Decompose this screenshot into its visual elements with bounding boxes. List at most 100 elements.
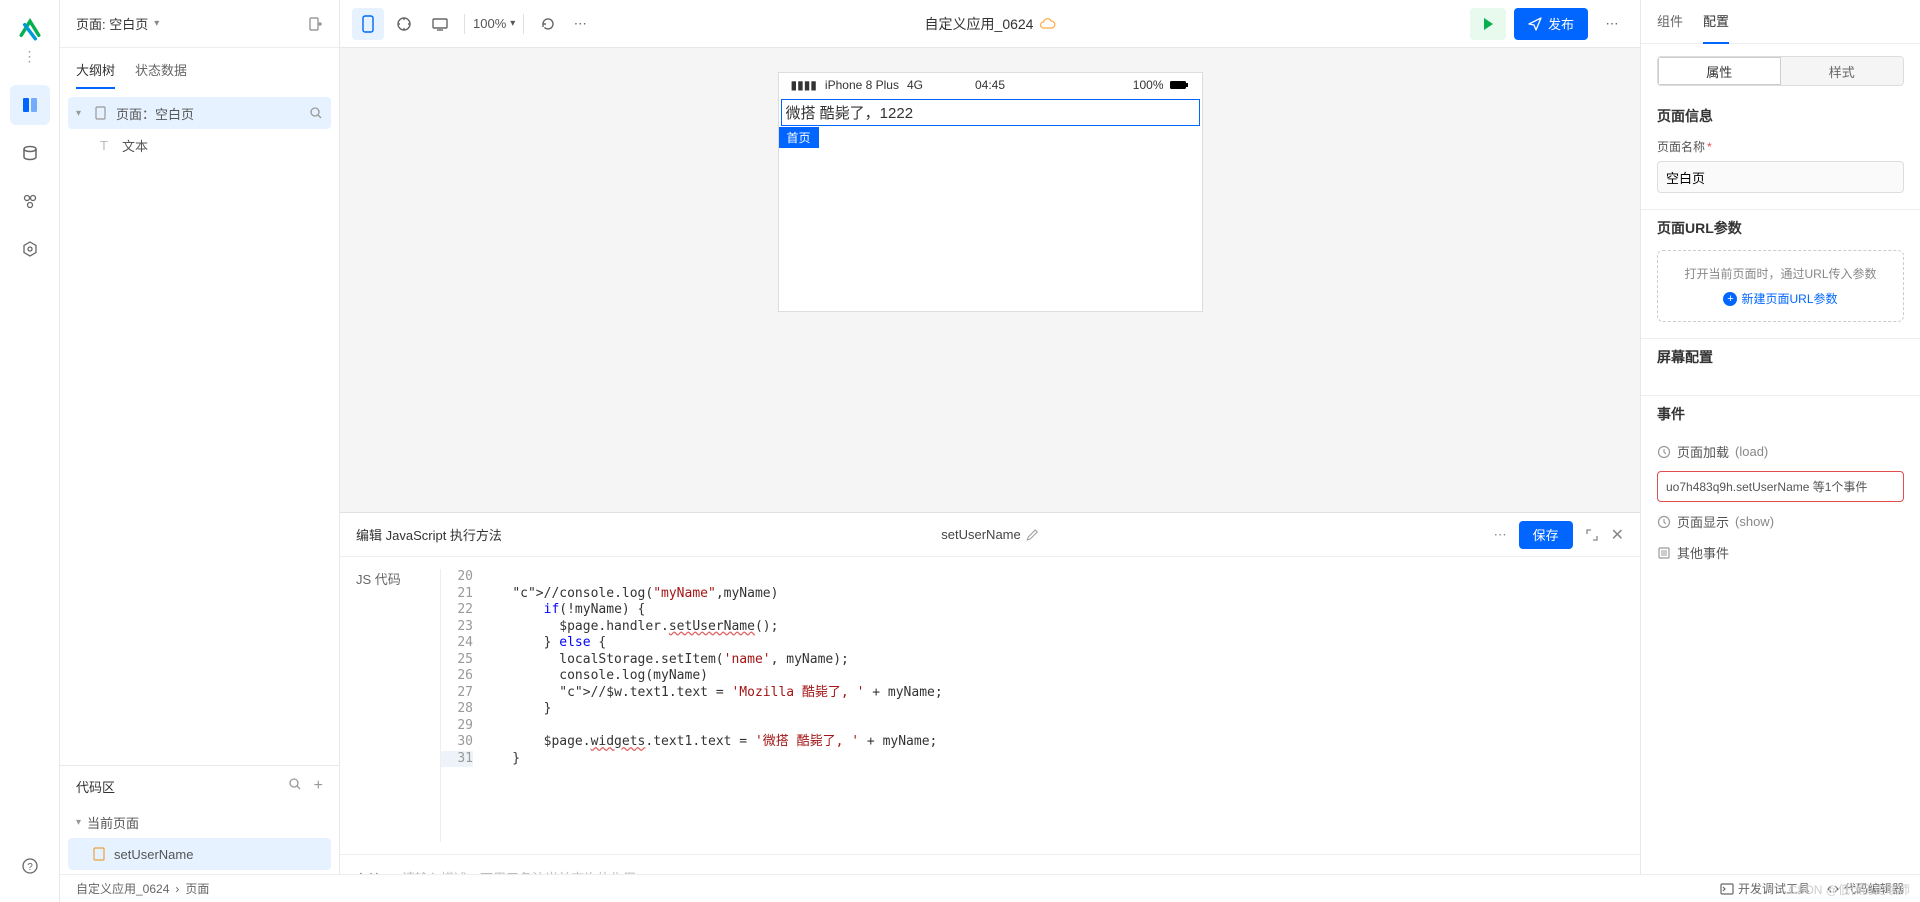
device-tablet-button[interactable] bbox=[388, 8, 420, 40]
list-icon bbox=[1657, 546, 1671, 560]
page-icon bbox=[94, 106, 110, 120]
add-url-param-button[interactable]: + 新建页面URL参数 bbox=[1723, 290, 1837, 307]
code-group-current-page[interactable]: ▾ 当前页面 bbox=[68, 806, 331, 838]
svg-text:?: ? bbox=[27, 862, 33, 873]
section-title: 屏幕配置 bbox=[1657, 347, 1904, 367]
page-selector-label: 页面: 空白页 bbox=[76, 14, 148, 33]
more-icon[interactable]: ⋯ bbox=[1494, 527, 1507, 543]
add-icon[interactable]: + bbox=[314, 777, 323, 795]
logo-menu-icon[interactable]: ⋮ bbox=[23, 48, 37, 65]
save-button[interactable]: 保存 bbox=[1519, 521, 1573, 549]
url-hint: 打开当前页面时，通过URL传入参数 bbox=[1668, 265, 1893, 282]
code-editor[interactable]: 202122232425262728293031 "c">//console.l… bbox=[440, 569, 1640, 842]
code-section-header: 代码区 + bbox=[60, 766, 339, 806]
page-selector[interactable]: 页面: 空白页 ▾ bbox=[76, 14, 159, 33]
code-panel-title: 编辑 JavaScript 执行方法 bbox=[356, 525, 502, 544]
event-label: 页面加载 bbox=[1677, 442, 1729, 461]
logo-icon bbox=[16, 16, 44, 44]
clock-icon bbox=[1657, 445, 1671, 459]
publish-label: 发布 bbox=[1548, 14, 1574, 33]
code-editor-button[interactable]: 代码编辑器 bbox=[1826, 880, 1904, 897]
code-icon bbox=[1826, 883, 1840, 895]
tab-config[interactable]: 配置 bbox=[1703, 0, 1729, 44]
config-subtabs: 属性 样式 bbox=[1657, 56, 1904, 86]
device-mobile-button[interactable] bbox=[352, 8, 384, 40]
event-sub: (load) bbox=[1735, 444, 1768, 459]
app-title: 自定义应用_0624 bbox=[925, 14, 1056, 34]
phone-status-bar: ▮▮▮▮ iPhone 8 Plus 4G 04:45 100% bbox=[779, 73, 1202, 97]
event-label: 页面显示 bbox=[1677, 512, 1729, 531]
group-label: 当前页面 bbox=[87, 813, 139, 832]
tree-page-row[interactable]: ▾ 页面：空白页 bbox=[68, 97, 331, 129]
section-title: 页面信息 bbox=[1657, 106, 1904, 126]
toolbar-more-button[interactable]: ⋯ bbox=[1596, 8, 1628, 40]
left-rail: ⋮ ? bbox=[0, 0, 60, 902]
add-url-label: 新建页面URL参数 bbox=[1741, 290, 1837, 307]
signal-icon: ▮▮▮▮ bbox=[791, 78, 817, 92]
edit-icon[interactable] bbox=[1027, 529, 1039, 541]
refresh-button[interactable] bbox=[532, 8, 564, 40]
right-panel-tabs: 组件 配置 bbox=[1641, 0, 1920, 44]
tree-text-row[interactable]: T 文本 bbox=[68, 129, 331, 161]
expand-icon[interactable] bbox=[1585, 528, 1599, 542]
chevron-down-icon: ▾ bbox=[154, 18, 159, 29]
right-panel: 组件 配置 属性 样式 页面信息 页面名称* 页面URL参数 打开当前页面时，通… bbox=[1640, 0, 1920, 902]
phone-text-widget[interactable]: 微搭 酷毙了，1222 bbox=[781, 99, 1200, 126]
section-page-info: 页面信息 页面名称* bbox=[1641, 98, 1920, 210]
more-button[interactable]: ⋯ bbox=[564, 8, 596, 40]
code-lines[interactable]: "c">//console.log("myName",myName) if(!m… bbox=[481, 569, 1640, 842]
crumb[interactable]: 自定义应用_0624 bbox=[76, 880, 169, 897]
phone-device: iPhone 8 Plus bbox=[825, 78, 899, 92]
crumb[interactable]: 页面 bbox=[185, 880, 209, 897]
subtab-style[interactable]: 样式 bbox=[1781, 57, 1904, 85]
breadcrumb: 自定义应用_0624 › 页面 bbox=[76, 880, 209, 897]
section-url-params: 页面URL参数 打开当前页面时，通过URL传入参数 + 新建页面URL参数 bbox=[1641, 210, 1920, 339]
search-icon[interactable] bbox=[288, 777, 302, 795]
page-selector-header: 页面: 空白页 ▾ bbox=[60, 0, 339, 48]
line-gutter: 202122232425262728293031 bbox=[441, 569, 481, 842]
canvas-area[interactable]: ▮▮▮▮ iPhone 8 Plus 4G 04:45 100% 微搭 酷毙了，… bbox=[340, 48, 1640, 512]
tab-outline-tree[interactable]: 大纲树 bbox=[76, 60, 115, 89]
code-file-item[interactable]: setUserName bbox=[68, 838, 331, 870]
code-method-name: setUserName bbox=[941, 527, 1020, 542]
section-events: 事件 页面加载 (load) uo7h483q9h.setUserName 等1… bbox=[1641, 396, 1920, 584]
battery-icon bbox=[1170, 80, 1190, 90]
preview-button[interactable] bbox=[1470, 8, 1506, 40]
new-page-icon[interactable] bbox=[307, 16, 323, 32]
event-handler-box[interactable]: uo7h483q9h.setUserName 等1个事件 bbox=[1657, 471, 1904, 502]
top-toolbar: 100% ▾ ⋯ 自定义应用_0624 发布 ⋯ bbox=[340, 0, 1640, 48]
page-name-input[interactable] bbox=[1657, 161, 1904, 193]
subtab-attribute[interactable]: 属性 bbox=[1658, 57, 1781, 85]
rail-settings[interactable] bbox=[10, 229, 50, 269]
zoom-selector[interactable]: 100% ▾ bbox=[473, 16, 515, 31]
rail-data[interactable] bbox=[10, 133, 50, 173]
zoom-value: 100% bbox=[473, 16, 506, 31]
publish-button[interactable]: 发布 bbox=[1514, 8, 1588, 40]
phone-preview: ▮▮▮▮ iPhone 8 Plus 4G 04:45 100% 微搭 酷毙了，… bbox=[778, 72, 1203, 312]
tab-state-data[interactable]: 状态数据 bbox=[135, 60, 187, 89]
event-other[interactable]: 其他事件 bbox=[1657, 537, 1904, 568]
section-title: 页面URL参数 bbox=[1657, 218, 1904, 238]
section-title: 事件 bbox=[1657, 404, 1904, 424]
phone-time: 04:45 bbox=[975, 78, 1005, 92]
section-screen-config: 屏幕配置 bbox=[1641, 339, 1920, 396]
phone-selection-tag[interactable]: 首页 bbox=[779, 127, 819, 148]
dev-tools-button[interactable]: 开发调试工具 bbox=[1720, 880, 1810, 897]
event-page-show[interactable]: 页面显示 (show) bbox=[1657, 506, 1904, 537]
url-params-placeholder: 打开当前页面时，通过URL传入参数 + 新建页面URL参数 bbox=[1657, 250, 1904, 322]
plus-icon: + bbox=[1723, 292, 1737, 306]
close-icon[interactable]: ✕ bbox=[1611, 525, 1624, 545]
rail-help[interactable]: ? bbox=[10, 846, 50, 886]
terminal-icon bbox=[1720, 883, 1734, 895]
code-file-name: setUserName bbox=[114, 847, 193, 862]
rail-pages[interactable] bbox=[10, 85, 50, 125]
tab-component[interactable]: 组件 bbox=[1657, 0, 1683, 44]
event-label: 其他事件 bbox=[1677, 543, 1729, 562]
rail-users[interactable] bbox=[10, 181, 50, 221]
search-icon[interactable] bbox=[309, 106, 323, 120]
device-desktop-button[interactable] bbox=[424, 8, 456, 40]
code-section-title: 代码区 bbox=[76, 777, 115, 796]
event-page-load[interactable]: 页面加载 (load) bbox=[1657, 436, 1904, 467]
left-panel: 页面: 空白页 ▾ 大纲树 状态数据 ▾ 页面：空白页 T 文本 bbox=[60, 0, 340, 902]
left-panel-tabs: 大纲树 状态数据 bbox=[60, 48, 339, 89]
